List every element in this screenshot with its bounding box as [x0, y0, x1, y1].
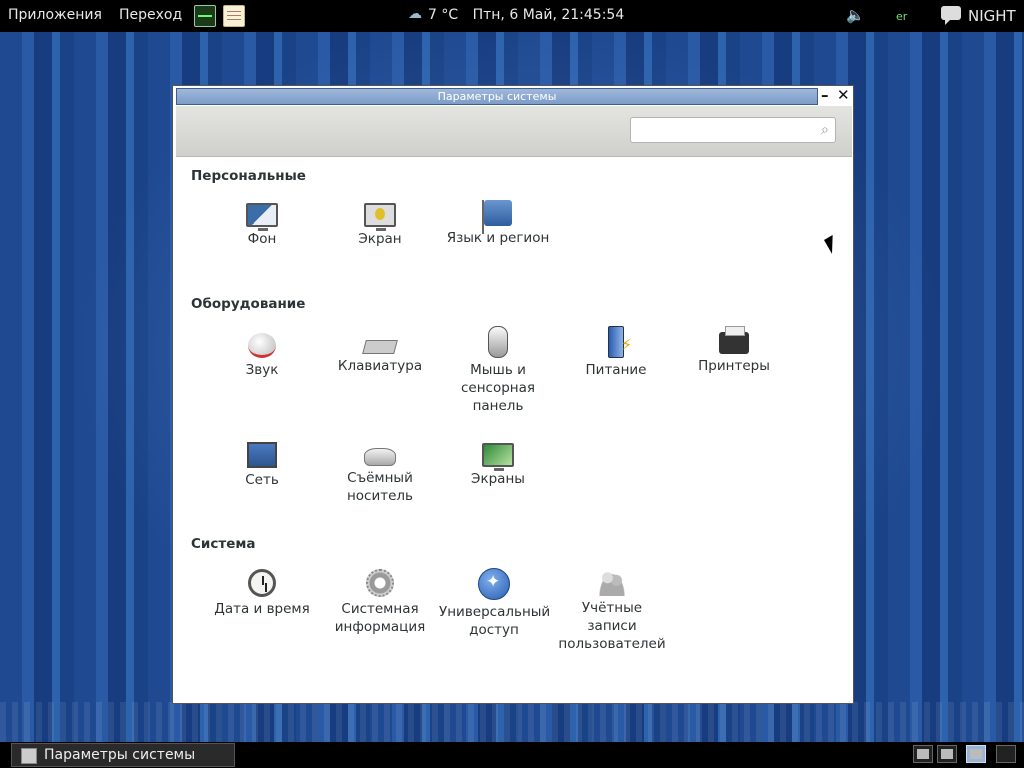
item-label: Мышь и сенсорная панель [460, 362, 536, 414]
item-label: Экран [358, 231, 402, 247]
item-label: Принтеры [698, 358, 770, 374]
item-network[interactable]: Сеть [203, 438, 321, 489]
item-date-time[interactable]: Дата и время [203, 566, 321, 618]
item-label: Сеть [245, 472, 279, 488]
flag-icon [482, 200, 512, 234]
chat-status-icon[interactable] [941, 6, 961, 25]
section-title-personal: Персональные [191, 168, 306, 184]
minimize-button[interactable]: – [821, 86, 829, 104]
printer-icon [719, 326, 749, 354]
weather-temperature: 7 °C [428, 7, 459, 23]
user-menu[interactable]: NIGHT [968, 7, 1016, 25]
item-universal-access[interactable]: Универсальный доступ [439, 566, 549, 639]
display-icon [482, 443, 514, 471]
workspace-window-icon [917, 749, 929, 759]
accessibility-icon [478, 568, 510, 600]
system-monitor-icon[interactable] [194, 5, 216, 27]
settings-window-icon [21, 748, 37, 764]
item-label: Фон [247, 231, 277, 247]
clock[interactable]: 7 °C Птн, 6 Май, 21:45:54 [410, 7, 624, 23]
item-label: Язык и регион [446, 230, 550, 246]
section-title-system: Система [191, 536, 256, 552]
clock-icon [248, 569, 276, 597]
applications-menu[interactable]: Приложения [8, 7, 102, 23]
workspace-2[interactable] [937, 745, 957, 763]
section-title-hardware: Оборудование [191, 296, 306, 312]
workspace-3[interactable] [966, 745, 986, 763]
item-mouse-touchpad[interactable]: Мышь и сенсорная панель [439, 326, 557, 415]
speaker-icon [248, 333, 276, 358]
background-icon [246, 203, 278, 231]
item-label: Экраны [471, 471, 525, 487]
item-sound[interactable]: Звук [203, 326, 321, 379]
users-icon [597, 570, 627, 596]
item-label: Питание [585, 362, 647, 378]
bottom-panel: Параметры системы [0, 742, 1024, 768]
item-system-info[interactable]: Системная информация [321, 566, 439, 636]
item-label: Системная информация [334, 601, 426, 635]
volume-icon[interactable]: 🔈 [846, 6, 865, 24]
item-displays[interactable]: Экраны [439, 438, 557, 488]
taskbar-window-label: Параметры системы [44, 747, 196, 763]
workspace-4[interactable] [996, 745, 1016, 763]
mouse-icon [488, 326, 508, 358]
item-label: Универсальный доступ [439, 604, 549, 638]
date-time: Птн, 6 Май, 21:45:54 [472, 7, 625, 23]
screen-lock-icon [364, 203, 396, 231]
item-background[interactable]: Фон [203, 198, 321, 248]
item-region-language[interactable]: Язык и регион [439, 198, 557, 247]
places-menu[interactable]: Переход [119, 7, 182, 23]
network-icon [247, 442, 277, 468]
item-user-accounts[interactable]: Учётные записи пользователей [557, 566, 667, 653]
item-label: Звук [245, 362, 279, 378]
window-toolbar: ⌕ [176, 106, 852, 157]
top-panel: Приложения Переход ☁ 7 °C Птн, 6 Май, 21… [0, 0, 1024, 32]
item-label: Дата и время [214, 601, 310, 617]
battery-icon [608, 326, 632, 358]
keyboard-layout-indicator[interactable]: er [896, 10, 907, 23]
workspace-1[interactable] [913, 745, 933, 763]
gear-icon [366, 569, 394, 597]
item-screen[interactable]: Экран [321, 198, 439, 248]
item-removable-media[interactable]: Съёмный носитель [321, 438, 439, 505]
item-label: Клавиатура [337, 358, 423, 374]
removable-media-icon [364, 448, 396, 466]
close-button[interactable]: ✕ [837, 86, 850, 104]
item-printers[interactable]: Принтеры [675, 326, 793, 375]
taskbar-window-button[interactable]: Параметры системы [11, 743, 235, 767]
system-settings-window: Параметры системы – ✕ ⌕ Персональные Фон… [172, 85, 854, 704]
item-keyboard[interactable]: Клавиатура [321, 326, 439, 375]
search-input[interactable] [630, 117, 836, 143]
window-titlebar[interactable]: Параметры системы [176, 88, 818, 105]
item-label: Учётные записи пользователей [558, 600, 666, 652]
item-label: Съёмный носитель [346, 470, 414, 504]
search-icon: ⌕ [821, 122, 829, 138]
workspace-window-icon [941, 749, 953, 759]
keyboard-icon [362, 340, 398, 354]
text-editor-icon[interactable] [223, 5, 245, 27]
workspace-window-icon [970, 749, 982, 759]
item-power[interactable]: Питание [557, 326, 675, 379]
